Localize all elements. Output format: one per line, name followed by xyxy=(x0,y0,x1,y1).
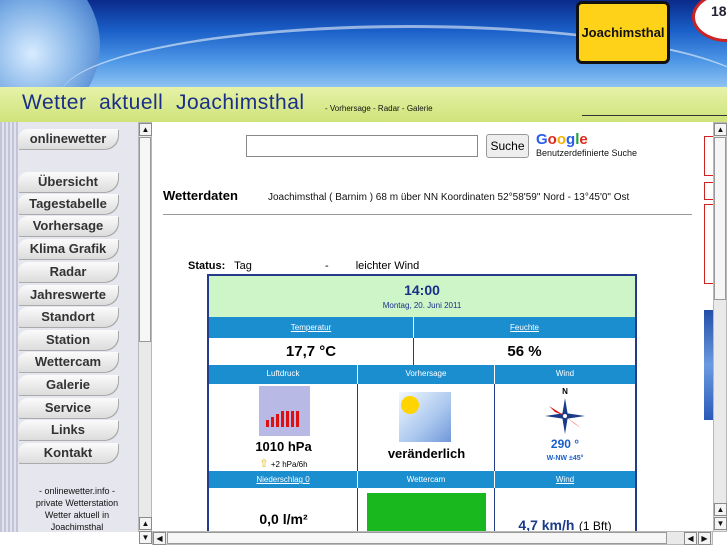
section-divider xyxy=(163,214,692,215)
nav-jahreswerte[interactable]: Jahreswerte xyxy=(18,285,118,305)
compass-north-label: N xyxy=(562,387,568,396)
section-title: Wetterdaten xyxy=(163,188,238,203)
sun-icon xyxy=(401,396,419,414)
status-separator: - xyxy=(324,260,329,272)
scroll-right-arrow-icon[interactable]: ▶ xyxy=(698,532,711,545)
sidebar-info-line: Wetter aktuell in xyxy=(44,510,110,520)
temperature-link[interactable]: Temperatur xyxy=(291,323,331,332)
scroll-up-arrow-icon[interactable]: ▲ xyxy=(714,503,727,516)
pressure-trend-text: +2 hPa/6h xyxy=(270,460,308,469)
top-links[interactable]: - Vorhersage - Radar - Galerie xyxy=(325,104,433,113)
nav-standort[interactable]: Standort xyxy=(18,307,118,327)
nav-kontakt[interactable]: Kontakt xyxy=(18,443,118,463)
title-divider xyxy=(582,115,727,116)
pressure-gauge xyxy=(259,386,310,436)
pressure-header: Luftdruck xyxy=(209,365,358,384)
nav-tagestabelle[interactable]: Tagestabelle xyxy=(18,194,118,214)
forecast-cell: veränderlich xyxy=(358,384,495,471)
main-scroll-thumb[interactable] xyxy=(714,137,726,300)
pressure-bars-icon xyxy=(266,411,299,427)
sidebar-info-line: private Wetterstation xyxy=(35,498,119,508)
humidity-header: Feuchte xyxy=(414,317,635,338)
nav-onlinewetter[interactable]: onlinewetter xyxy=(18,129,118,149)
forecast-value: veränderlich xyxy=(387,446,466,461)
scroll-up-arrow-icon[interactable]: ▲ xyxy=(139,517,152,530)
pressure-value: 1010 hPa xyxy=(255,439,312,454)
search-input[interactable] xyxy=(246,135,478,157)
wind-cell: N 290 ° W-NW ±45° xyxy=(495,384,635,471)
scroll-up-arrow-icon[interactable]: ▲ xyxy=(139,123,152,136)
forecast-header: Vorhersage xyxy=(358,365,495,384)
nav-wettercam[interactable]: Wettercam xyxy=(18,352,118,372)
google-logo: Google Benutzerdefinierte Suche xyxy=(536,131,637,158)
status-label: Status: xyxy=(188,260,226,272)
compass-rose-icon xyxy=(545,398,585,434)
left-edge-pattern xyxy=(0,122,18,532)
nav-klima-grafik[interactable]: Klima Grafik xyxy=(18,239,118,259)
rain-cell: 0,0 l/m² xyxy=(209,488,358,532)
pressure-cell: 1010 hPa ⇧ +2 hPa/6h xyxy=(209,384,358,471)
webcam-cell xyxy=(358,488,495,532)
rain-value: 0,0 l/m² xyxy=(259,511,308,527)
nav-station[interactable]: Station xyxy=(18,330,118,350)
rain-link[interactable]: Niederschlag 0 xyxy=(256,475,309,484)
scroll-down-arrow-icon[interactable]: ▼ xyxy=(714,517,727,530)
google-subtitle: Benutzerdefinierte Suche xyxy=(536,148,638,158)
webcam-image[interactable] xyxy=(367,493,486,532)
wind-direction: W-NW ±45° xyxy=(546,455,584,462)
time-row: 14:00 Montag, 20. Juni 2011 xyxy=(209,276,635,317)
sidebar-scroll-thumb[interactable] xyxy=(139,137,151,342)
sun-cloud-icon xyxy=(399,392,451,442)
sidebar-info: - onlinewetter.info - private Wetterstat… xyxy=(18,485,136,533)
scroll-up-arrow-icon[interactable]: ▲ xyxy=(714,123,727,136)
status-wind: leichter Wind xyxy=(355,260,420,272)
scroll-down-arrow-icon[interactable]: ▼ xyxy=(139,531,152,544)
webcam-header: Wettercam xyxy=(358,471,495,488)
rain-header: Niederschlag 0 xyxy=(209,471,358,488)
search-button[interactable]: Suche xyxy=(486,134,529,158)
google-wordmark: Google xyxy=(536,131,588,148)
pressure-trend: ⇧ +2 hPa/6h xyxy=(209,457,358,470)
trend-up-arrow-icon: ⇧ xyxy=(259,458,269,470)
sidebar-info-line: Joachimsthal xyxy=(50,522,104,532)
wind-degrees: 290 ° xyxy=(550,437,580,451)
wind-speed-header: Wind xyxy=(495,471,635,488)
status-line: Status: Tag - leichter Wind xyxy=(188,260,419,272)
nav-galerie[interactable]: Galerie xyxy=(18,375,118,395)
nav-service[interactable]: Service xyxy=(18,398,118,418)
weather-table: 14:00 Montag, 20. Juni 2011 Temperatur F… xyxy=(207,274,637,534)
status-day: Tag xyxy=(234,260,252,272)
humidity-value: 56 % xyxy=(507,343,542,360)
scroll-left-arrow-icon[interactable]: ◀ xyxy=(684,532,697,545)
current-date: Montag, 20. Juni 2011 xyxy=(382,301,462,310)
scroll-left-arrow-icon[interactable]: ◀ xyxy=(153,532,166,545)
nav-radar[interactable]: Radar xyxy=(18,262,118,282)
horizontal-scroll-thumb[interactable] xyxy=(167,532,667,544)
current-time: 14:00 xyxy=(404,282,440,298)
town-sign: Joachimsthal xyxy=(576,1,670,64)
wind-speed-link[interactable]: Wind xyxy=(556,475,574,484)
sidebar-info-line: - onlinewetter.info - xyxy=(38,486,116,496)
location-info: Joachimsthal ( Barnim ) 68 m über NN Koo… xyxy=(268,192,630,203)
temperature-value: 17,7 °C xyxy=(209,338,414,365)
temperature-header: Temperatur xyxy=(209,317,414,338)
nav-uebersicht[interactable]: Übersicht xyxy=(18,172,118,192)
wind-speed-cell: 4,7 km/h (1 Bft) xyxy=(495,488,635,532)
nav-vorhersage[interactable]: Vorhersage xyxy=(18,216,118,236)
humidity-link[interactable]: Feuchte xyxy=(510,323,539,332)
nav-links[interactable]: Links xyxy=(18,420,118,440)
site-title: Wetter aktuell Joachimsthal xyxy=(22,91,305,114)
wind-header: Wind xyxy=(495,365,635,384)
